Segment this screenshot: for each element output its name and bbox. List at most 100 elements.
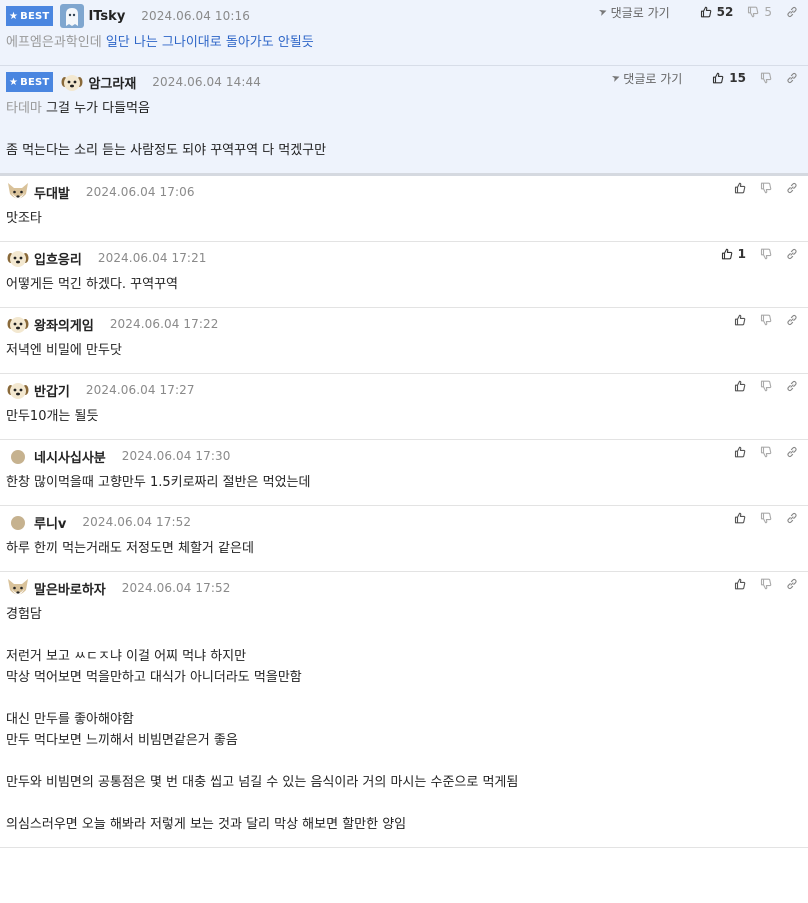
comment: 말은바로하자 2024.06.04 17:52 경험담 저런거 보고 ㅆㄷㅈ냐 이걸… <box>0 572 808 848</box>
comment-actions <box>720 506 798 530</box>
thumbs-up-icon <box>734 446 746 458</box>
comment-header: 입흐응리 2024.06.04 17:21 1 <box>6 242 802 274</box>
goto-comment-link[interactable]: ➤ 댓글로 가기 <box>597 4 670 21</box>
link-icon <box>786 446 798 458</box>
comment-body: 하루 한끼 먹는거래도 저정도면 체할거 같은데 <box>6 538 802 571</box>
upvote-button[interactable] <box>734 182 746 194</box>
upvote-button[interactable]: 15 <box>712 71 746 85</box>
downvote-button[interactable] <box>760 446 772 458</box>
copy-link-button[interactable] <box>786 6 798 18</box>
best-badge: ★ BEST <box>6 6 54 26</box>
best-label: BEST <box>20 76 50 88</box>
upvote-button[interactable]: 1 <box>721 247 746 261</box>
copy-link-button[interactable] <box>786 314 798 326</box>
thumbs-up-icon <box>712 72 724 84</box>
comment-date: 2024.06.04 17:22 <box>109 317 219 331</box>
goto-label: 댓글로 가기 <box>610 5 670 20</box>
copy-link-button[interactable] <box>786 72 798 84</box>
comment-text: 한창 많이먹을때 고향만두 1.5키로짜리 절반은 먹었는데 <box>6 475 311 490</box>
author-name[interactable]: 암그라재 <box>88 73 136 92</box>
comment-actions: ➤ 댓글로 가기 15 <box>610 66 798 90</box>
comment-body: 타데마 그걸 누가 다들먹음 좀 먹는다는 소리 듣는 사람정도 되야 꾸역꾸역… <box>6 98 802 173</box>
thumbs-down-icon <box>760 380 772 392</box>
author-name[interactable]: 입흐응리 <box>34 249 82 268</box>
dog-avatar[interactable] <box>6 246 30 270</box>
comment-date: 2024.06.04 17:06 <box>85 185 195 199</box>
star-icon: ★ <box>9 76 19 88</box>
comment-header: ★ BEST 암그라재 2024.06.04 14:44 ➤ 댓글로 가기 15 <box>6 66 802 98</box>
downvote-button[interactable] <box>760 248 772 260</box>
fox-avatar[interactable] <box>6 180 30 204</box>
copy-link-button[interactable] <box>786 380 798 392</box>
upvote-count: 1 <box>737 247 746 261</box>
copy-link-button[interactable] <box>786 182 798 194</box>
copy-link-button[interactable] <box>786 512 798 524</box>
author-name[interactable]: 왕좌의게임 <box>34 315 94 334</box>
copy-link-button[interactable] <box>786 446 798 458</box>
downvote-count: 5 <box>764 5 772 19</box>
comment-header: 반갑기 2024.06.04 17:27 <box>6 374 802 406</box>
upvote-button[interactable] <box>734 314 746 326</box>
comment: 반갑기 2024.06.04 17:27 만두10개는 될듯 <box>0 374 808 440</box>
thumbs-up-icon <box>721 248 733 260</box>
dog-avatar[interactable] <box>6 378 30 402</box>
send-arrow-icon: ➤ <box>610 71 622 85</box>
comment-body: 어떻게든 먹긴 하겠다. 꾸역꾸역 <box>6 274 802 307</box>
downvote-button[interactable] <box>760 380 772 392</box>
comment: 왕좌의게임 2024.06.04 17:22 저녁엔 비밀에 만두닷 <box>0 308 808 374</box>
comment-date: 2024.06.04 14:44 <box>152 75 262 89</box>
best-comment: ★ BEST 암그라재 2024.06.04 14:44 ➤ 댓글로 가기 15 타데마 그걸… <box>0 66 808 176</box>
upvote-button[interactable] <box>734 446 746 458</box>
comment-date: 2024.06.04 17:27 <box>85 383 195 397</box>
send-arrow-icon: ➤ <box>597 5 610 19</box>
author-name[interactable]: ITsky <box>88 9 125 24</box>
comment-text: 경험담 저런거 보고 ㅆㄷㅈ냐 이걸 어찌 먹냐 하지만 막상 먹어보면 먹을만… <box>6 607 519 832</box>
link-icon <box>786 578 798 590</box>
thumbs-up-icon <box>734 578 746 590</box>
link-icon <box>786 72 798 84</box>
reply-to-nickname[interactable]: 타데마 <box>6 101 42 116</box>
author-name[interactable]: 두대발 <box>34 183 70 202</box>
comment-body: 맛조타 <box>6 208 802 241</box>
comment-body: 만두10개는 될듯 <box>6 406 802 439</box>
downvote-button[interactable] <box>760 314 772 326</box>
downvote-button[interactable] <box>760 72 772 84</box>
author-name[interactable]: 반갑기 <box>34 381 70 400</box>
downvote-button[interactable] <box>760 512 772 524</box>
downvote-button[interactable] <box>760 578 772 590</box>
author-name[interactable]: 말은바로하자 <box>34 579 106 598</box>
upvote-button[interactable] <box>734 380 746 392</box>
downvote-button[interactable] <box>760 182 772 194</box>
thumbs-down-icon <box>760 512 772 524</box>
downvote-button[interactable]: 5 <box>747 5 772 19</box>
comment: 네시사십사분 2024.06.04 17:30 한창 많이먹을때 고향만두 1.5키… <box>0 440 808 506</box>
copy-link-button[interactable] <box>786 578 798 590</box>
author-name[interactable]: 네시사십사분 <box>34 447 106 466</box>
dot-avatar[interactable] <box>6 510 30 534</box>
comment-body: 저녁엔 비밀에 만두닷 <box>6 340 802 373</box>
upvote-button[interactable] <box>734 512 746 524</box>
dog-avatar[interactable] <box>6 312 30 336</box>
copy-link-button[interactable] <box>786 248 798 260</box>
best-comment: ★ BEST ITsky 2024.06.04 10:16 ➤ 댓글로 가기 52 5 에프엠은… <box>0 0 808 66</box>
reply-to-nickname[interactable]: 에프엠은과학인데 <box>6 35 102 50</box>
upvote-button[interactable]: 52 <box>700 5 734 19</box>
upvote-button[interactable] <box>734 578 746 590</box>
link-icon <box>786 314 798 326</box>
author-name[interactable]: 루니v <box>34 513 66 532</box>
comment-text: 그걸 누가 다들먹음 좀 먹는다는 소리 듣는 사람정도 되야 꾸역꾸역 다 먹… <box>6 101 327 158</box>
thumbs-down-icon <box>760 248 772 260</box>
comment-header: 왕좌의게임 2024.06.04 17:22 <box>6 308 802 340</box>
dot-avatar[interactable] <box>6 444 30 468</box>
fox-avatar[interactable] <box>6 576 30 600</box>
upvote-count: 52 <box>716 5 734 19</box>
dog-avatar[interactable] <box>60 70 84 94</box>
comment-actions <box>720 308 798 332</box>
ghost-avatar[interactable] <box>60 4 85 28</box>
thumbs-up-icon <box>734 314 746 326</box>
comment-text: 맛조타 <box>6 211 42 226</box>
thumbs-up-icon <box>734 512 746 524</box>
link-icon <box>786 380 798 392</box>
comment-actions <box>720 440 798 464</box>
goto-comment-link[interactable]: ➤ 댓글로 가기 <box>610 70 682 87</box>
